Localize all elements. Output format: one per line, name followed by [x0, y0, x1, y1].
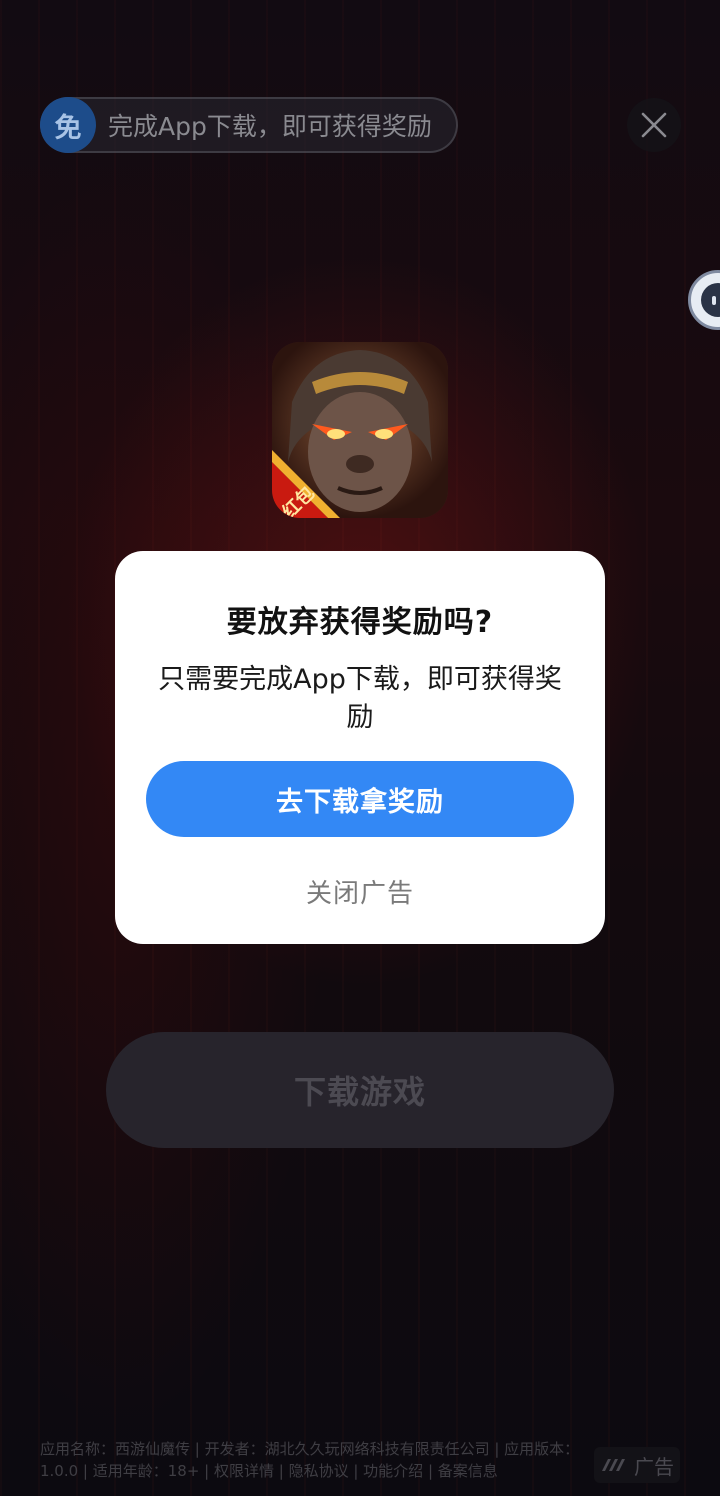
download-game-button[interactable]: 下载游戏 [106, 1032, 614, 1148]
close-button[interactable] [627, 98, 681, 152]
free-badge: 免 [40, 97, 96, 153]
ad-logo-icon [602, 1459, 625, 1471]
ad-badge: 广告 [594, 1447, 680, 1483]
download-reward-button[interactable]: 去下载拿奖励 [146, 761, 574, 837]
dialog-title: 要放弃获得奖励吗? [226, 605, 494, 640]
reward-banner-text: 完成App下载，即可获得奖励 [108, 112, 432, 141]
app-info-text: 应用名称：西游仙魔传 | 开发者：湖北久久玩网络科技有限责任公司 | 应用版本：… [40, 1440, 580, 1480]
abandon-reward-dialog: 要放弃获得奖励吗? 只需要完成App下载，即可获得奖励 去下载拿奖励 关闭广告 [115, 551, 605, 944]
close-icon [641, 112, 667, 138]
game-app-icon: 红包 [272, 342, 448, 518]
reward-banner: 免 完成App下载，即可获得奖励 [40, 97, 458, 153]
ad-label: 广告 [634, 1454, 674, 1479]
dialog-message: 只需要完成App下载，即可获得奖励 [158, 664, 562, 733]
close-ad-button[interactable]: 关闭广告 [115, 873, 605, 910]
chat-bubble-icon [701, 283, 720, 317]
